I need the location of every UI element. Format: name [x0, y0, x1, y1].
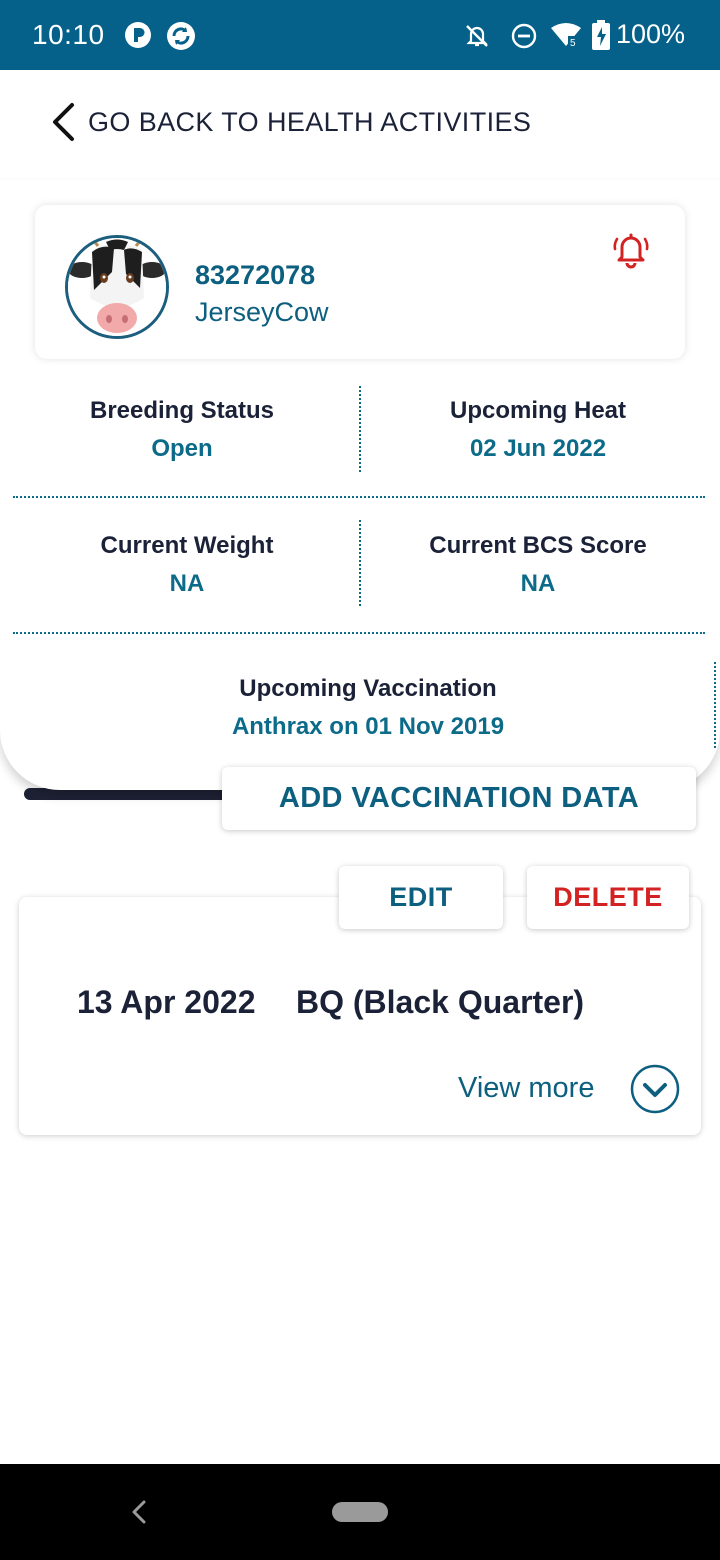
animal-breed: JerseyCow: [195, 297, 329, 327]
current-weight: Current Weight NA: [27, 532, 347, 598]
nav-back-icon[interactable]: [128, 1498, 150, 1526]
status-bar: 10:10 5 100%: [0, 0, 720, 70]
animal-id: 83272078: [195, 260, 316, 290]
upcoming-vaccination-value: Anthrax on 01 Nov 2019: [231, 713, 505, 740]
app-sync-icon: [167, 22, 195, 50]
delete-button[interactable]: DELETE: [527, 866, 689, 929]
chevron-left-icon: [53, 103, 74, 141]
cow-face-icon: [68, 238, 166, 336]
edit-button[interactable]: EDIT: [339, 866, 503, 929]
upcoming-heat-value: 02 Jun 2022: [469, 435, 607, 462]
back-to-health-activities[interactable]: GO BACK TO HEALTH ACTIVITIES: [48, 100, 531, 144]
bell-off-icon: [466, 25, 488, 47]
add-vaccination-data-button[interactable]: ADD VACCINATION DATA: [222, 767, 696, 830]
divider-horizontal: [13, 632, 705, 634]
upcoming-heat-label: Upcoming Heat: [449, 397, 626, 424]
current-bcs-score: Current BCS Score NA: [378, 532, 698, 598]
cow-avatar: [65, 235, 169, 339]
breeding-status-value: Open: [151, 435, 213, 462]
upcoming-vaccination: Upcoming Vaccination Anthrax on 01 Nov 2…: [198, 675, 538, 741]
nav-home-pill[interactable]: [332, 1502, 388, 1522]
upcoming-heat: Upcoming Heat 02 Jun 2022: [378, 397, 698, 463]
divider-vertical: [359, 520, 361, 606]
divider-horizontal: [13, 496, 705, 498]
record-vaccine-name: BQ (Black Quarter): [296, 984, 585, 1020]
alarm-bell-icon[interactable]: [611, 229, 651, 269]
chevron-down-circle-icon[interactable]: [630, 1064, 680, 1114]
divider-vertical: [714, 662, 716, 748]
do-not-disturb-icon: [511, 23, 537, 49]
breeding-status: Breeding Status Open: [22, 397, 342, 463]
animal-profile-card: 83272078 JerseyCow: [35, 205, 685, 359]
divider-vertical: [359, 386, 361, 472]
breeding-status-label: Breeding Status: [89, 397, 275, 424]
back-label: GO BACK TO HEALTH ACTIVITIES: [88, 106, 532, 137]
view-more-link[interactable]: View more: [458, 1072, 594, 1105]
app-p-icon: [125, 22, 151, 48]
battery-charging-icon: [592, 20, 610, 50]
status-time: 10:10: [32, 19, 105, 50]
current-bcs-label: Current BCS Score: [429, 532, 647, 559]
wifi-icon: 5: [551, 23, 582, 48]
battery-percent: 100%: [616, 19, 686, 49]
record-date: 13 Apr 2022: [77, 984, 256, 1020]
current-weight-label: Current Weight: [100, 532, 274, 559]
wifi-badge: 5: [570, 38, 576, 48]
current-weight-value: NA: [169, 570, 205, 597]
upcoming-vaccination-label: Upcoming Vaccination: [239, 675, 497, 702]
current-bcs-value: NA: [520, 570, 556, 597]
